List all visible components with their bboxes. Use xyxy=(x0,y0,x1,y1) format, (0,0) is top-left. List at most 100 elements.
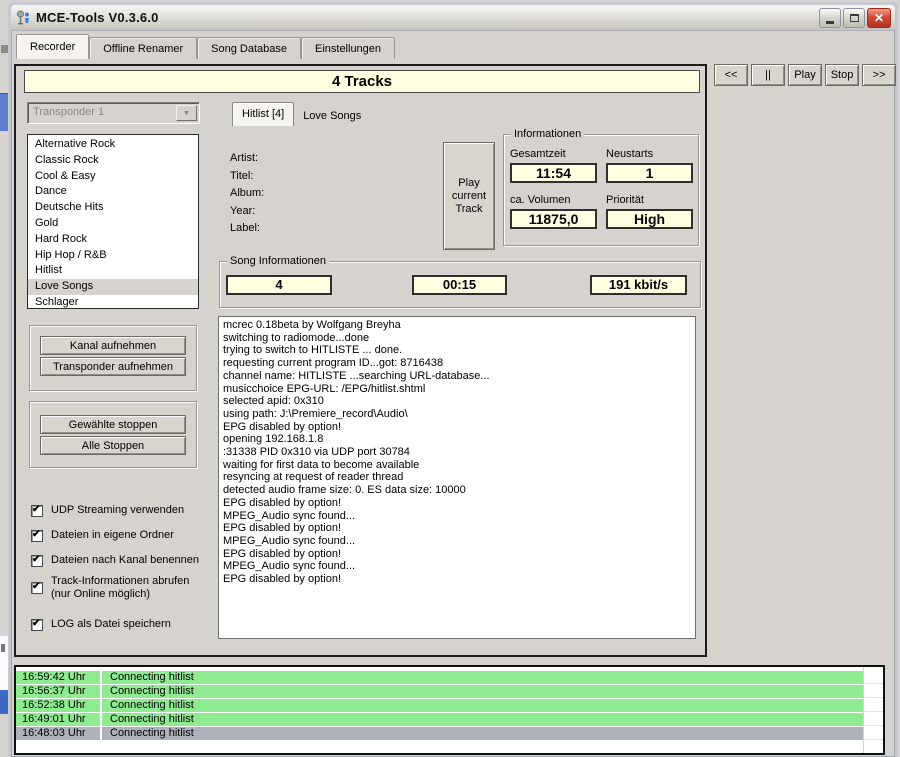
genre-list-item[interactable]: Cool & Easy xyxy=(28,169,198,185)
playback-button[interactable]: Play xyxy=(788,64,822,86)
log-line: switching to radiomode...done xyxy=(223,332,691,345)
info-field-value: 11875,0 xyxy=(510,209,597,229)
checkbox[interactable]: ✔ xyxy=(31,530,43,542)
info-field-value: 1 xyxy=(606,163,693,183)
genre-list-item[interactable]: Dance xyxy=(28,184,198,200)
option-row: ✔ LOG als Datei speichern xyxy=(31,618,226,631)
connection-log-table[interactable]: 16:59:42 Uhr Connecting hitlist 16:56:37… xyxy=(14,665,885,755)
checkbox[interactable]: ✔ xyxy=(31,582,43,594)
check-icon: ✔ xyxy=(32,529,40,540)
connection-time: 16:52:38 Uhr xyxy=(16,699,100,712)
options-checkboxes: ✔ UDP Streaming verwenden ✔ Dateien in e… xyxy=(31,504,226,631)
main-tab[interactable]: Song Database xyxy=(197,37,301,59)
channel-subtab[interactable]: Hitlist [4] xyxy=(232,102,294,126)
log-line: EPG disabled by option! xyxy=(223,421,691,434)
chevron-down-icon[interactable]: ▼ xyxy=(176,105,197,121)
playback-button[interactable]: >> xyxy=(862,64,896,86)
info-field-value: 11:54 xyxy=(510,163,597,183)
checkbox-label: Track-Informationen abrufen (nur Online … xyxy=(51,575,189,601)
song-info-value: 4 xyxy=(226,275,332,295)
genre-list-item[interactable]: Hitlist xyxy=(28,263,198,279)
check-icon: ✔ xyxy=(32,581,40,592)
option-row: ✔ Dateien in eigene Ordner xyxy=(31,529,226,542)
connection-extra-cell xyxy=(864,671,883,684)
log-line: waiting for first data to become availab… xyxy=(223,459,691,472)
genre-list-item[interactable]: Alternative Rock xyxy=(28,137,198,153)
connection-time: 16:59:42 Uhr xyxy=(16,671,100,684)
log-line: EPG disabled by option! xyxy=(223,522,691,535)
info-field-value: High xyxy=(606,209,693,229)
log-line: mcrec 0.18beta by Wolfgang Breyha xyxy=(223,319,691,332)
channel-subtab[interactable]: Love Songs xyxy=(294,106,370,126)
main-tab[interactable]: Offline Renamer xyxy=(89,37,197,59)
minimize-button[interactable] xyxy=(819,8,841,28)
action-button[interactable]: Gewählte stoppen xyxy=(40,415,186,434)
playback-button[interactable]: Stop xyxy=(825,64,859,86)
info-field: Priorität High xyxy=(606,194,693,229)
maximize-button[interactable] xyxy=(843,8,865,28)
log-line: trying to switch to HITLISTE ... done. xyxy=(223,344,691,357)
checkbox[interactable]: ✔ xyxy=(31,619,43,631)
background-window-fragment xyxy=(0,93,8,131)
option-row: ✔ Dateien nach Kanal benennen xyxy=(31,554,226,567)
log-line: selected apid: 0x310 xyxy=(223,395,691,408)
log-line: musicchoice EPG-URL: /EPG/hitlist.shtml xyxy=(223,383,691,396)
checkbox[interactable]: ✔ xyxy=(31,505,43,517)
transponder-value: Transponder 1 xyxy=(33,106,104,118)
connection-message: Connecting hitlist xyxy=(102,685,864,698)
connection-message: Connecting hitlist xyxy=(102,671,864,684)
genre-list-item[interactable]: Hip Hop / R&B xyxy=(28,248,198,264)
close-button[interactable]: ✕ xyxy=(867,8,891,28)
action-button[interactable]: Transponder aufnehmen xyxy=(40,357,186,376)
action-button[interactable]: Alle Stoppen xyxy=(40,436,186,455)
track-field-label: Artist: xyxy=(230,150,264,168)
connection-row[interactable]: 16:59:42 Uhr Connecting hitlist xyxy=(16,671,883,684)
background-window-fragment xyxy=(1,45,8,53)
informationen-groupbox: Informationen Gesamtzeit 11:54 Neustarts… xyxy=(503,134,699,246)
checkbox-label: UDP Streaming verwenden xyxy=(51,504,184,517)
genre-list-item[interactable]: Schlager xyxy=(28,295,198,309)
log-line: MPEG_Audio sync found... xyxy=(223,535,691,548)
transponder-select[interactable]: Transponder 1 ▼ xyxy=(27,102,200,124)
checkbox-label: Dateien in eigene Ordner xyxy=(51,529,174,542)
main-tab[interactable]: Einstellungen xyxy=(301,37,395,59)
genre-listbox[interactable]: Alternative Rock Classic Rock Cool & Eas… xyxy=(27,134,199,309)
play-current-track-button[interactable]: Play current Track xyxy=(443,142,495,250)
main-tab[interactable]: Recorder xyxy=(16,34,89,59)
screen: MCE-Tools V0.3.6.0 ✕ Recorder Offline Re… xyxy=(0,0,900,757)
connection-time: 16:48:03 Uhr xyxy=(16,727,100,740)
connection-extra-cell xyxy=(864,699,883,712)
genre-list-item[interactable]: Hard Rock xyxy=(28,232,198,248)
genre-list-item[interactable]: Love Songs xyxy=(28,279,198,295)
genre-list-item[interactable]: Gold xyxy=(28,216,198,232)
checkbox[interactable]: ✔ xyxy=(31,555,43,567)
playback-button[interactable]: << xyxy=(714,64,748,86)
recorder-log-memo[interactable]: mcrec 0.18beta by Wolfgang Breyha switch… xyxy=(218,316,696,639)
info-field-label: ca. Volumen xyxy=(510,194,597,206)
connection-row[interactable]: 16:49:01 Uhr Connecting hitlist xyxy=(16,713,883,726)
action-button[interactable]: Kanal aufnehmen xyxy=(40,336,186,355)
titlebar[interactable]: MCE-Tools V0.3.6.0 ✕ xyxy=(11,5,895,31)
genre-list-item[interactable]: Classic Rock xyxy=(28,153,198,169)
log-line: opening 192.168.1.8 xyxy=(223,433,691,446)
connection-message: Connecting hitlist xyxy=(102,699,864,712)
playback-button[interactable]: || xyxy=(751,64,785,86)
checkbox-label: Dateien nach Kanal benennen xyxy=(51,554,199,567)
connection-message: Connecting hitlist xyxy=(102,727,864,740)
song-info-value: 00:15 xyxy=(412,275,507,295)
info-field-label: Gesamtzeit xyxy=(510,148,597,160)
log-line: EPG disabled by option! xyxy=(223,548,691,561)
connection-message: Connecting hitlist xyxy=(102,713,864,726)
genre-list-item[interactable]: Deutsche Hits xyxy=(28,200,198,216)
connection-time: 16:56:37 Uhr xyxy=(16,685,100,698)
connection-row[interactable]: 16:56:37 Uhr Connecting hitlist xyxy=(16,685,883,698)
playback-toolbar: << || Play Stop >> xyxy=(714,64,896,86)
connection-row[interactable]: 16:48:03 Uhr Connecting hitlist xyxy=(16,727,883,740)
connection-row[interactable]: 16:52:38 Uhr Connecting hitlist xyxy=(16,699,883,712)
track-field-label: Album: xyxy=(230,185,264,203)
connection-extra-cell xyxy=(864,685,883,698)
background-window-fragment xyxy=(1,644,5,652)
app-window: MCE-Tools V0.3.6.0 ✕ Recorder Offline Re… xyxy=(8,2,898,757)
log-line: MPEG_Audio sync found... xyxy=(223,510,691,523)
checkbox-label: LOG als Datei speichern xyxy=(51,618,171,631)
